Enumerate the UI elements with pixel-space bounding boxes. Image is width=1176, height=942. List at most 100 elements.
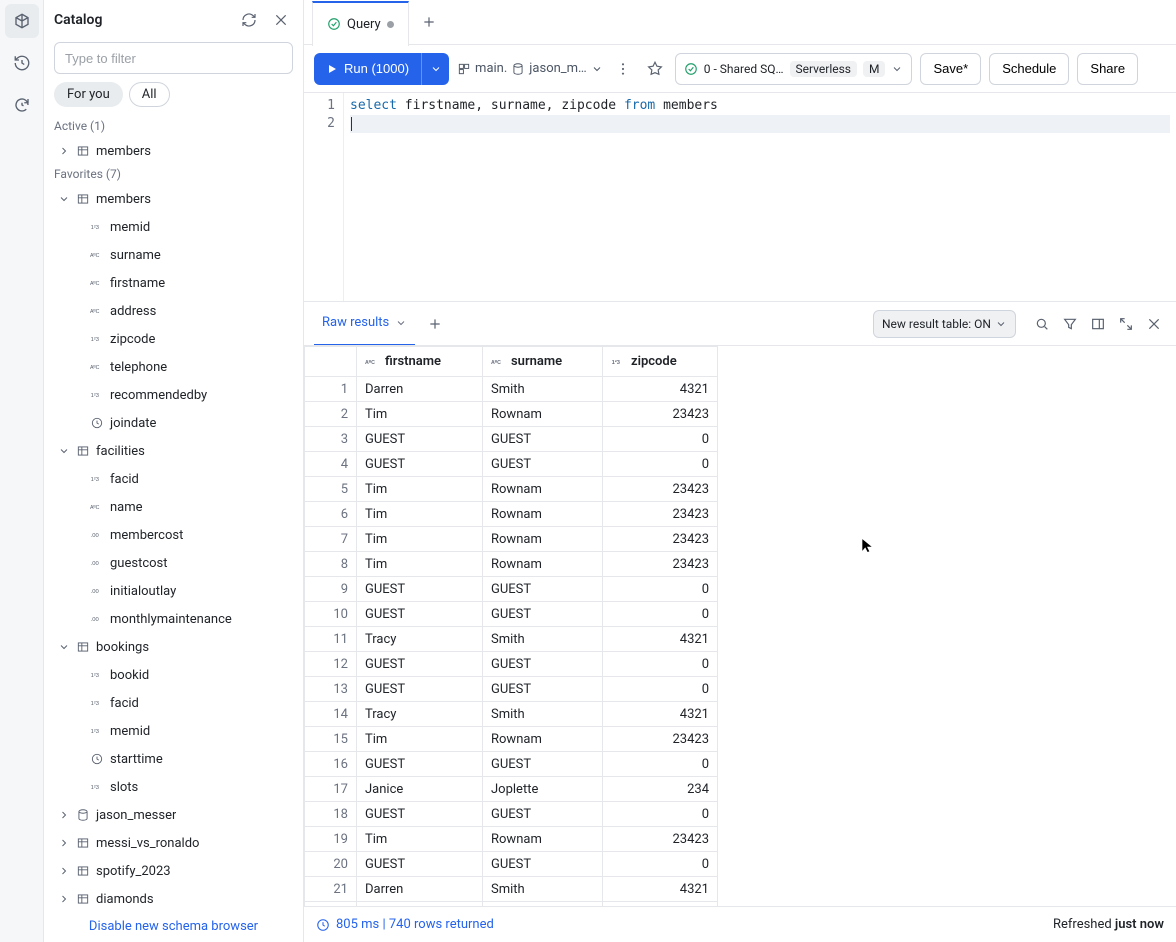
clock-icon <box>316 918 330 932</box>
results-close-btn[interactable] <box>1142 312 1166 336</box>
number-icon: 1²3 <box>90 668 104 682</box>
close-icon <box>1146 316 1162 332</box>
table-row[interactable]: 18GUESTGUEST0 <box>305 802 718 827</box>
run-dropdown-btn[interactable] <box>421 53 449 85</box>
chip-all[interactable]: All <box>129 82 170 107</box>
tree-col-monthlymaintenance[interactable]: .00monthlymaintenance <box>44 605 303 633</box>
tree-col-initialoutlay[interactable]: .00initialoutlay <box>44 577 303 605</box>
col-header-zipcode[interactable]: 1²3zipcode <box>603 347 718 377</box>
table-row[interactable]: 12GUESTGUEST0 <box>305 652 718 677</box>
play-icon <box>326 63 338 75</box>
tree-col-facid[interactable]: 1²3facid <box>44 465 303 493</box>
tree-col-memid[interactable]: 1²3memid <box>44 717 303 745</box>
catalog-panel: Catalog For you All Active (1) membersFa… <box>44 0 304 942</box>
rail-sync-btn[interactable] <box>5 88 39 122</box>
tree-col-zipcode[interactable]: 1²3zipcode <box>44 325 303 353</box>
table-row[interactable]: 16GUESTGUEST0 <box>305 752 718 777</box>
chip-for-you[interactable]: For you <box>54 82 123 107</box>
cluster-selector[interactable]: 0 - Shared SQ… Serverless M <box>675 53 913 85</box>
tree-col-recommendedby[interactable]: 1²3recommendedby <box>44 381 303 409</box>
results-add-btn[interactable] <box>423 312 447 336</box>
save-button[interactable]: Save* <box>920 53 981 85</box>
tree-item-diamonds[interactable]: diamonds <box>44 885 303 909</box>
editor-code[interactable]: select firstname, surname, zipcode from … <box>344 93 1176 301</box>
table-row[interactable]: 5TimRownam23423 <box>305 477 718 502</box>
col-header-surname[interactable]: AᴮCsurname <box>483 347 603 377</box>
results-expand-btn[interactable] <box>1114 312 1138 336</box>
run-button[interactable]: Run (1000) <box>314 53 421 85</box>
tree-item-members[interactable]: members <box>44 137 303 165</box>
result-table-toggle[interactable]: New result table: ON <box>873 310 1016 338</box>
results-grid-wrap[interactable]: AᴮCfirstnameAᴮCsurname1²3zipcode1DarrenS… <box>304 345 1176 906</box>
tree-col-slots[interactable]: 1²3slots <box>44 773 303 801</box>
table-row[interactable]: 6TimRownam23423 <box>305 502 718 527</box>
string-icon: AᴮC <box>90 276 104 290</box>
chevron-right-icon <box>58 809 70 821</box>
status-time-rows[interactable]: 805 ms | 740 rows returned <box>316 917 494 932</box>
table-row[interactable]: 3GUESTGUEST0 <box>305 427 718 452</box>
kebab-menu-btn[interactable] <box>611 57 635 81</box>
tree-col-bookid[interactable]: 1²3bookid <box>44 661 303 689</box>
tree-col-name[interactable]: AᴮCname <box>44 493 303 521</box>
svg-text:AᴮC: AᴮC <box>90 309 100 315</box>
table-row[interactable]: 7TimRownam23423 <box>305 527 718 552</box>
rail-data-btn[interactable] <box>5 4 39 38</box>
results-search-btn[interactable] <box>1030 312 1054 336</box>
tree-item-messi_vs_ronaldo[interactable]: messi_vs_ronaldo <box>44 829 303 857</box>
tree-col-telephone[interactable]: AᴮCtelephone <box>44 353 303 381</box>
catalog-filter-input[interactable] <box>54 42 293 74</box>
table-row[interactable]: 2TimRownam23423 <box>305 402 718 427</box>
results-panel-btn[interactable] <box>1086 312 1110 336</box>
results-tab-raw[interactable]: Raw results <box>314 302 415 346</box>
table-row[interactable]: 10GUESTGUEST0 <box>305 602 718 627</box>
catalog-close-btn[interactable] <box>269 8 293 32</box>
rail-history-btn[interactable] <box>5 46 39 80</box>
share-button[interactable]: Share <box>1077 53 1138 85</box>
tree-col-joindate[interactable]: joindate <box>44 409 303 437</box>
table-row[interactable]: 11TracySmith4321 <box>305 627 718 652</box>
disable-schema-link[interactable]: Disable new schema browser <box>44 909 303 942</box>
tree-item-jason_messer[interactable]: jason_messer <box>44 801 303 829</box>
table-row[interactable]: 22GUESTGUEST0 <box>305 902 718 907</box>
catalog-refresh-btn[interactable] <box>237 8 261 32</box>
tree-item-bookings[interactable]: bookings <box>44 633 303 661</box>
decimal-icon: .00 <box>90 528 104 542</box>
table-row[interactable]: 8TimRownam23423 <box>305 552 718 577</box>
tree-item-members[interactable]: members <box>44 185 303 213</box>
tree-col-guestcost[interactable]: .00guestcost <box>44 549 303 577</box>
tree-item-spotify_2023[interactable]: spotify_2023 <box>44 857 303 885</box>
table-row[interactable]: 4GUESTGUEST0 <box>305 452 718 477</box>
chevron-down-icon <box>995 318 1007 330</box>
results-filter-btn[interactable] <box>1058 312 1082 336</box>
col-header-firstname[interactable]: AᴮCfirstname <box>357 347 483 377</box>
table-row[interactable]: 19TimRownam23423 <box>305 827 718 852</box>
table-row[interactable]: 15TimRownam23423 <box>305 727 718 752</box>
main-area: Query Run (1000) main. jaso <box>304 0 1176 942</box>
tree-col-firstname[interactable]: AᴮCfirstname <box>44 269 303 297</box>
table-row[interactable]: 9GUESTGUEST0 <box>305 577 718 602</box>
svg-text:1²3: 1²3 <box>91 785 99 791</box>
search-icon <box>1034 316 1050 332</box>
table-row[interactable]: 20GUESTGUEST0 <box>305 852 718 877</box>
tree-col-surname[interactable]: AᴮCsurname <box>44 241 303 269</box>
table-row[interactable]: 1DarrenSmith4321 <box>305 377 718 402</box>
tree-col-memid[interactable]: 1²3memid <box>44 213 303 241</box>
panel-icon <box>1090 316 1106 332</box>
schema-selector[interactable]: main. jason_m… <box>457 61 603 76</box>
tree-col-starttime[interactable]: starttime <box>44 745 303 773</box>
table-row[interactable]: 21DarrenSmith4321 <box>305 877 718 902</box>
schedule-button[interactable]: Schedule <box>989 53 1069 85</box>
tree-item-facilities[interactable]: facilities <box>44 437 303 465</box>
tab-add-btn[interactable] <box>409 0 449 45</box>
tree-col-membercost[interactable]: .00membercost <box>44 521 303 549</box>
table-row[interactable]: 17JaniceJoplette234 <box>305 777 718 802</box>
kebab-icon <box>615 61 631 77</box>
sql-editor[interactable]: 12 select firstname, surname, zipcode fr… <box>304 93 1176 301</box>
number-icon: 1²3 <box>90 388 104 402</box>
tree-col-facid[interactable]: 1²3facid <box>44 689 303 717</box>
table-row[interactable]: 13GUESTGUEST0 <box>305 677 718 702</box>
favorite-btn[interactable] <box>643 57 667 81</box>
table-row[interactable]: 14TracySmith4321 <box>305 702 718 727</box>
tree-col-address[interactable]: AᴮCaddress <box>44 297 303 325</box>
tab-query[interactable]: Query <box>312 1 409 46</box>
